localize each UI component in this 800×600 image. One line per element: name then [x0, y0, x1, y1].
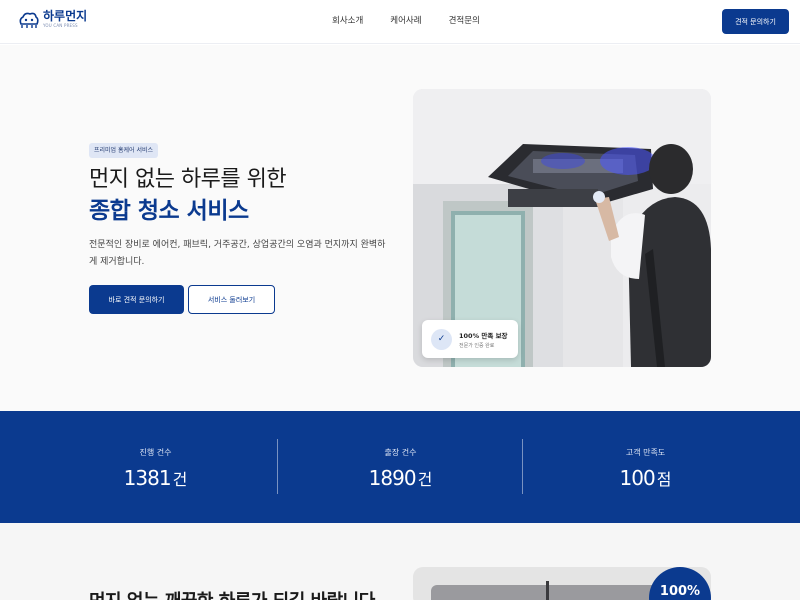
stat-label: 진행 건수	[139, 448, 172, 457]
intro-image-detail	[546, 581, 549, 600]
stat-value: 1890 건	[278, 466, 523, 490]
site-header: 하루먼지 YOU CAN PRESS 회사소개 케어사례 견적문의 견적 문의하…	[0, 0, 800, 44]
stat-unit: 건	[172, 470, 188, 489]
header-quote-button[interactable]: 견적 문의하기	[722, 9, 789, 34]
stat-progress: 진행 건수 1381 건	[33, 411, 278, 523]
logo-name: 하루먼지	[43, 9, 88, 23]
stats-band: 진행 건수 1381 건 출장 건수 1890 건 고객 만족도 100 점	[0, 411, 800, 523]
stat-label: 출장 건수	[384, 448, 417, 457]
satisfaction-subtitle: 전문가 인증 완료	[459, 343, 495, 349]
hero-title-line2: 종합 청소 서비스	[89, 198, 249, 224]
intro-title: 먼지 없는 깨끗한 하루가 되길 바랍니다	[89, 587, 375, 600]
stat-value: 1381 건	[33, 466, 278, 490]
stat-label: 고객 만족도	[625, 448, 666, 457]
logo[interactable]: 하루먼지 YOU CAN PRESS	[18, 10, 87, 30]
logo-mascot-icon	[18, 10, 40, 30]
hero-badge: 프리미엄 홈케어 서비스	[89, 143, 159, 158]
stat-visits: 출장 건수 1890 건	[278, 411, 523, 523]
stat-number: 100	[619, 466, 656, 490]
hero-description: 전문적인 장비로 에어컨, 패브릭, 거주공간, 상업공간의 오염과 먼지까지 …	[89, 240, 386, 267]
satisfaction-card: ✓ 100% 만족 보장 전문가 인증 완료	[422, 320, 518, 358]
stat-satisfaction: 고객 만족도 100 점	[523, 411, 768, 523]
satisfaction-title: 100% 만족 보장	[459, 332, 508, 340]
stat-unit: 점	[656, 470, 672, 489]
stat-unit: 건	[417, 470, 433, 489]
stat-number: 1381	[123, 466, 172, 490]
check-icon: ✓	[431, 329, 452, 350]
nav-item-company[interactable]: 회사소개	[332, 14, 363, 26]
stat-number: 1890	[368, 466, 417, 490]
logo-tagline: YOU CAN PRESS	[43, 23, 78, 28]
stat-value: 100 점	[523, 466, 768, 490]
nav-item-quote[interactable]: 견적문의	[449, 14, 480, 26]
quote-now-button[interactable]: 바로 견적 문의하기	[89, 285, 184, 314]
hero-title-line1: 먼지 없는 하루를 위한	[89, 167, 287, 192]
main-nav: 회사소개 케어사례 견적문의	[332, 14, 480, 26]
browse-services-button[interactable]: 서비스 둘러보기	[188, 285, 275, 314]
nav-item-cases[interactable]: 케어사례	[390, 14, 421, 26]
